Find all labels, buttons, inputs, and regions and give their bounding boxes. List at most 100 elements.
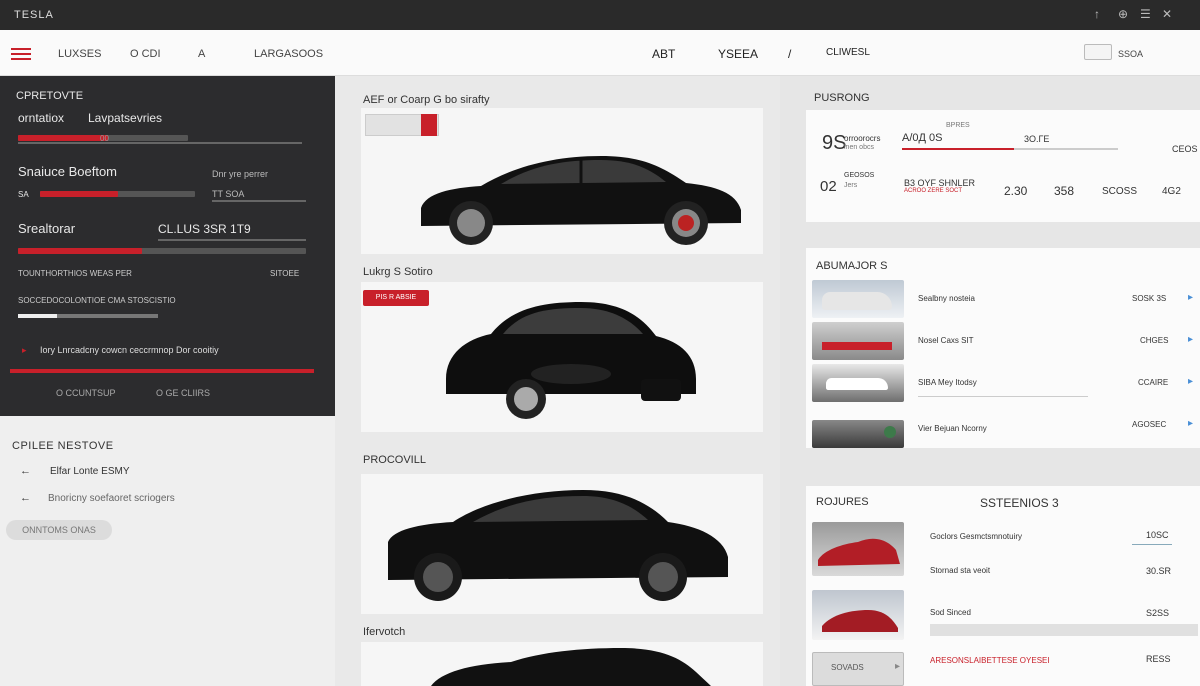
nav-item-4[interactable]: LARGASOOS bbox=[254, 48, 323, 60]
stats-panel: 9S orroorocrs lnen obcs А/0Д 0S BPRES 3О… bbox=[806, 110, 1200, 222]
list-row-value: CCAIRE bbox=[1138, 378, 1169, 387]
stat2-sub: Jers bbox=[844, 182, 858, 189]
feature-row-value: 10SC bbox=[1146, 530, 1169, 540]
arrow-right-icon[interactable]: ▸ bbox=[1188, 418, 1193, 429]
list-title: ABUMAJOR S bbox=[816, 260, 888, 272]
stat2-small: GEOSOS bbox=[844, 172, 875, 179]
arrow-right-icon[interactable]: ▸ bbox=[1188, 334, 1193, 345]
feature-row-name[interactable]: Stornad sta veoit bbox=[930, 566, 990, 575]
toggle-box[interactable] bbox=[1084, 44, 1112, 60]
card3-label: PROCOVILL bbox=[363, 454, 426, 466]
nav-center-1[interactable]: ABT bbox=[652, 47, 675, 61]
row2-label: Snaiuce Boeftom bbox=[18, 164, 118, 179]
card1-label: AEF or Coarp G bo sirafty bbox=[363, 94, 490, 106]
feature-row-name[interactable]: Goclors Gesmctsmnotuiry bbox=[930, 532, 1022, 541]
vehicle-card-2[interactable]: PIS R ABSIE bbox=[361, 282, 763, 432]
stat2-big: 02 bbox=[820, 178, 837, 195]
warning-text: Iory Lnrcadcny cowcn ceccrmnop Dor cooit… bbox=[40, 345, 219, 355]
car-image-1 bbox=[421, 156, 741, 245]
list-row-name[interactable]: SIBA Mey Itodsy bbox=[918, 378, 977, 387]
options-item-2[interactable]: Bnoricny soefaoret scriogers bbox=[48, 493, 175, 504]
arrow-left-icon[interactable]: ← bbox=[20, 465, 31, 477]
list-row-value: SOSK 3S bbox=[1132, 294, 1167, 303]
vehicle-card-1[interactable] bbox=[361, 108, 763, 254]
feature-thumb-1[interactable] bbox=[812, 522, 904, 576]
stat1-val: 3О.ГЕ bbox=[1024, 134, 1050, 144]
options-item-1[interactable]: Elfar Lonte ESMY bbox=[50, 466, 129, 477]
stats-column: PUSRONG 9S orroorocrs lnen obcs А/0Д 0S … bbox=[780, 76, 1200, 686]
arrow-right-icon[interactable]: ▸ bbox=[1188, 376, 1193, 387]
status-panel: CPRETOVTE orntatiox Lavpatsevries 00 Sna… bbox=[0, 76, 335, 416]
stat2-mid: В3 OYF SHNLER bbox=[904, 178, 976, 188]
close-icon[interactable]: ✕ bbox=[1162, 7, 1172, 21]
vehicle-card-3[interactable] bbox=[361, 474, 763, 614]
car-image-2 bbox=[446, 302, 696, 419]
arrow-right-icon[interactable]: ▸ bbox=[1188, 292, 1193, 303]
options-pill-button[interactable]: ONNTOMS ONAS bbox=[6, 520, 112, 540]
nav-center-2[interactable]: YSEEA bbox=[718, 47, 758, 61]
bottom-link-b[interactable]: O GE CLIIRS bbox=[156, 388, 210, 398]
stats-title: PUSRONG bbox=[814, 92, 870, 104]
nav-center-3: / bbox=[788, 47, 792, 61]
progress-bar-5 bbox=[18, 314, 158, 318]
nav-center-4[interactable]: CLIWESL bbox=[826, 47, 870, 58]
hamburger-icon[interactable] bbox=[11, 48, 31, 60]
card1-toggle[interactable] bbox=[421, 114, 437, 136]
vehicle-gallery: AEF or Coarp G bo sirafty Lukrg S Sotiro… bbox=[335, 76, 780, 686]
thumb-3[interactable] bbox=[812, 364, 904, 402]
list-row-value: AGOSEC bbox=[1132, 420, 1167, 429]
features-title-b: SSTEENIOS 3 bbox=[980, 496, 1059, 510]
model-list-panel: ABUMAJOR S Sealbny nosteia SOSK 3S ▸ Nos… bbox=[806, 248, 1200, 448]
vehicle-card-4[interactable] bbox=[361, 642, 763, 686]
list-row-name[interactable]: Nosel Caxs SIT bbox=[918, 336, 974, 345]
card4-label: Ifervotch bbox=[363, 626, 406, 638]
row3-value: CL.LUS 3SR 1T9 bbox=[158, 222, 251, 236]
bottom-link-a[interactable]: O CCUNTSUP bbox=[56, 388, 116, 398]
arrow-left-icon[interactable]: ← bbox=[20, 492, 31, 504]
card2-tag[interactable]: PIS R ABSIE bbox=[363, 290, 429, 306]
list-row-name[interactable]: Sealbny nosteia bbox=[918, 294, 975, 303]
thumb-4[interactable] bbox=[812, 420, 904, 448]
car-image-3 bbox=[388, 490, 728, 601]
nav-bar: LUXSES O CDI A LARGASOOS ABT YSEEA / CLI… bbox=[0, 30, 1200, 76]
feature-progress bbox=[930, 624, 1198, 636]
warning-icon: ▸ bbox=[22, 345, 27, 355]
chevron-right-icon: ▸ bbox=[895, 661, 901, 672]
nav-right-label[interactable]: SSOA bbox=[1118, 49, 1143, 59]
nav-item-2[interactable]: O CDI bbox=[130, 48, 161, 60]
stat2-c: SCOSS bbox=[1102, 186, 1138, 197]
menu-icon[interactable]: ☰ bbox=[1140, 7, 1151, 21]
list-row-name[interactable]: Vier Bejuan Ncorny bbox=[918, 424, 987, 433]
feature-link[interactable]: ARESONSLAIBETTESE OYESEI bbox=[930, 656, 1050, 665]
nav-item-1[interactable]: LUXSES bbox=[58, 48, 101, 60]
stat1-big: 9S bbox=[822, 132, 847, 154]
row4-side: SITOEE bbox=[270, 269, 300, 278]
features-title-a: ROJURES bbox=[816, 496, 869, 508]
stat1-sub: lnen obcs bbox=[844, 144, 874, 151]
row2-right2: TT SOA bbox=[212, 189, 245, 199]
card2-label: Lukrg S Sotiro bbox=[363, 266, 433, 278]
stat2-b: 358 bbox=[1054, 184, 1075, 198]
thumb-1[interactable] bbox=[812, 280, 904, 318]
stat1-mid: А/0Д 0S bbox=[902, 132, 943, 144]
thumb-2[interactable] bbox=[812, 322, 904, 360]
options-title: CPILEE NESTOVE bbox=[12, 440, 114, 452]
car-image-4 bbox=[431, 648, 711, 686]
nav-item-3[interactable]: A bbox=[198, 48, 205, 60]
feature-thumb-2[interactable] bbox=[812, 590, 904, 640]
progress-bar-3 bbox=[18, 248, 306, 254]
target-icon[interactable]: ⊕ bbox=[1118, 7, 1128, 21]
feature-link-value: RESS bbox=[1146, 654, 1171, 664]
app-logo: TESLA bbox=[14, 9, 54, 21]
stat2-mid-sub: ACROO ZERE SOCT bbox=[904, 188, 963, 194]
stat2-a: 2.30 bbox=[1004, 184, 1028, 198]
upload-icon[interactable]: ↑ bbox=[1094, 7, 1100, 21]
feature-button[interactable]: SOVADS ▸ bbox=[812, 652, 904, 686]
panel-title: CPRETOVTE bbox=[16, 90, 84, 102]
progress-bar-2 bbox=[40, 191, 195, 197]
options-panel: CPILEE NESTOVE ← Elfar Lonte ESMY ← Bnor… bbox=[0, 416, 335, 686]
row5-text: SOCCEDOCOLONTIOE CMA STOSCISTIO bbox=[18, 296, 176, 305]
feature-row-value: 30.SR bbox=[1146, 566, 1172, 576]
list-row-value: CHGES bbox=[1140, 336, 1169, 345]
feature-row-name[interactable]: Sod Sinced bbox=[930, 608, 971, 617]
